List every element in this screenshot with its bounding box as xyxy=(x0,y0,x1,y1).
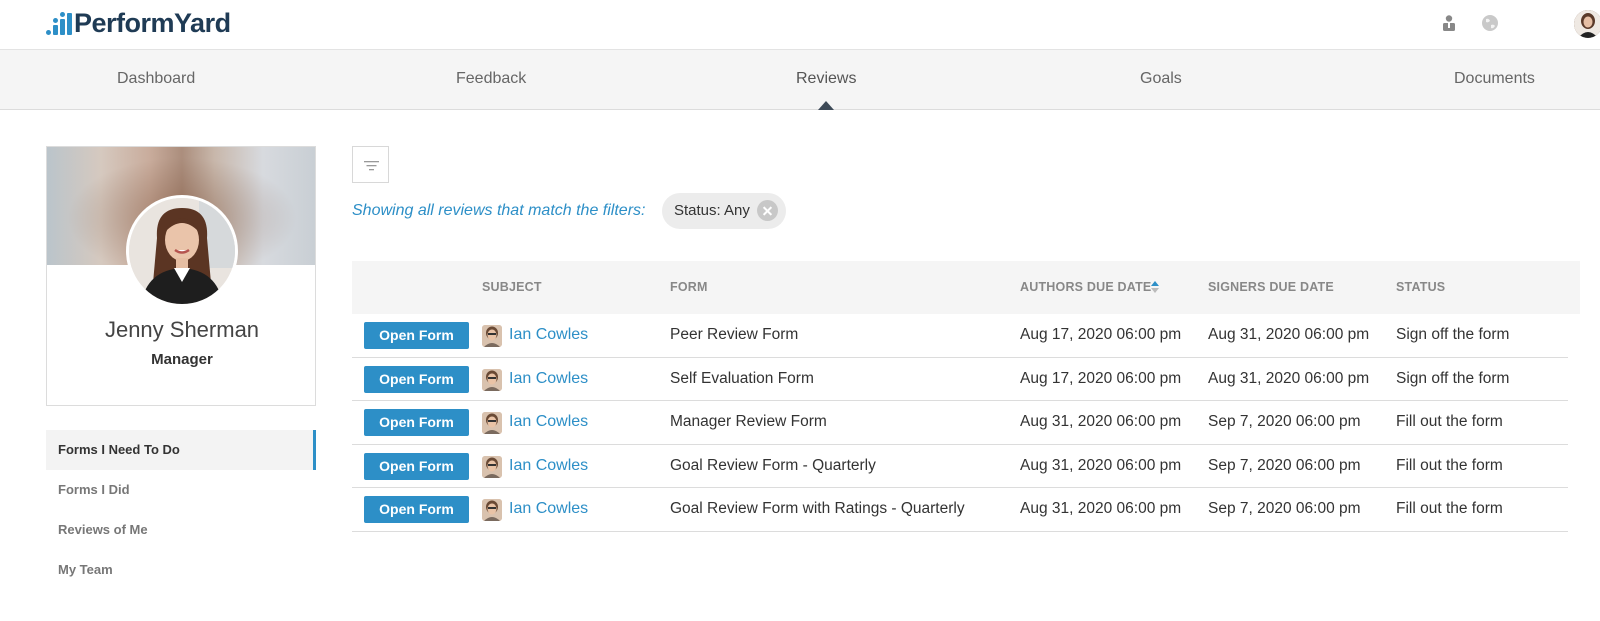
signers-due-date: Sep 7, 2020 06:00 pm xyxy=(1208,456,1361,474)
logo-text: PerformYard xyxy=(74,8,231,38)
table-header: SUBJECT FORM AUTHORS DUE DATE SIGNERS DU… xyxy=(352,261,1580,314)
open-form-button[interactable]: Open Form xyxy=(364,496,469,523)
user-icon[interactable] xyxy=(1440,14,1458,32)
open-form-button[interactable]: Open Form xyxy=(364,322,469,349)
authors-due-date: Aug 31, 2020 06:00 pm xyxy=(1020,456,1182,474)
form-name: Manager Review Form xyxy=(670,413,827,430)
table-row: Open Form Ian Cowles Goal Review Form - … xyxy=(352,445,1568,488)
nav-documents[interactable]: Documents xyxy=(1454,70,1535,88)
header-form[interactable]: FORM xyxy=(670,280,708,294)
open-form-button[interactable]: Open Form xyxy=(364,409,469,436)
form-name: Goal Review Form - Quarterly xyxy=(670,456,876,474)
subject-link[interactable]: Ian Cowles xyxy=(509,326,588,344)
close-icon[interactable] xyxy=(757,200,778,221)
avatar[interactable] xyxy=(1574,10,1600,38)
nav-feedback[interactable]: Feedback xyxy=(456,70,526,88)
table-body: Open Form Ian Cowles Peer Review Form Au… xyxy=(352,314,1580,532)
subject-link[interactable]: Ian Cowles xyxy=(509,413,588,431)
row-status: Fill out the form xyxy=(1396,500,1503,517)
sidebar: Forms I Need To Do Forms I Did Reviews o… xyxy=(46,430,316,590)
subject-link[interactable]: Ian Cowles xyxy=(509,500,588,518)
form-name: Goal Review Form with Ratings - Quarterl… xyxy=(670,500,965,517)
active-nav-indicator xyxy=(818,101,834,110)
logo[interactable]: PerformYard xyxy=(46,8,231,39)
authors-due-date: Aug 31, 2020 06:00 pm xyxy=(1020,500,1182,517)
filter-button[interactable] xyxy=(352,146,389,183)
status-filter-chip[interactable]: Status: Any xyxy=(662,193,786,229)
filter-summary: Showing all reviews that match the filte… xyxy=(352,202,646,219)
header-subject[interactable]: SUBJECT xyxy=(482,280,542,294)
top-bar: PerformYard xyxy=(0,0,1600,50)
profile-role: Manager xyxy=(151,351,213,368)
header-signers-due-date[interactable]: SIGNERS DUE DATE xyxy=(1208,280,1334,294)
row-status: Fill out the form xyxy=(1396,456,1503,474)
table-row: Open Form Ian Cowles Goal Review Form wi… xyxy=(352,488,1568,532)
table-row: Open Form Ian Cowles Self Evaluation For… xyxy=(352,358,1568,401)
sidebar-item-forms-i-did[interactable]: Forms I Did xyxy=(46,470,316,510)
filter-icon xyxy=(364,161,379,171)
authors-due-date: Aug 17, 2020 06:00 pm xyxy=(1020,326,1182,343)
table-row: Open Form Ian Cowles Manager Review Form… xyxy=(352,401,1568,445)
bar-chart-logo-icon xyxy=(46,10,72,38)
nav-goals[interactable]: Goals xyxy=(1140,70,1182,88)
subject-link[interactable]: Ian Cowles xyxy=(509,457,588,475)
main-nav: Dashboard Feedback Reviews Goals Documen… xyxy=(0,50,1600,110)
authors-due-date: Aug 17, 2020 06:00 pm xyxy=(1020,369,1182,387)
sidebar-item-forms-i-need-to-do[interactable]: Forms I Need To Do xyxy=(46,430,316,470)
status-chip-label: Status: Any xyxy=(674,202,750,219)
subject-avatar xyxy=(482,455,502,478)
signers-due-date: Aug 31, 2020 06:00 pm xyxy=(1208,326,1370,343)
row-status: Sign off the form xyxy=(1396,369,1510,387)
signers-due-date: Sep 7, 2020 06:00 pm xyxy=(1208,500,1361,517)
sort-icon[interactable] xyxy=(1150,280,1160,294)
subject-avatar xyxy=(482,368,502,391)
signers-due-date: Sep 7, 2020 06:00 pm xyxy=(1208,413,1361,430)
open-form-button[interactable]: Open Form xyxy=(364,365,469,393)
profile-name: Jenny Sherman xyxy=(104,317,260,342)
profile-card: Jenny Sherman Manager xyxy=(46,146,316,406)
form-name: Self Evaluation Form xyxy=(670,369,814,387)
row-status: Fill out the form xyxy=(1396,413,1503,430)
reviews-table: SUBJECT FORM AUTHORS DUE DATE SIGNERS DU… xyxy=(352,261,1580,532)
subject-avatar xyxy=(482,412,502,434)
form-name: Peer Review Form xyxy=(670,326,799,343)
globe-icon[interactable] xyxy=(1481,14,1499,32)
nav-dashboard[interactable]: Dashboard xyxy=(117,70,195,88)
subject-avatar xyxy=(482,499,502,521)
signers-due-date: Aug 31, 2020 06:00 pm xyxy=(1208,369,1370,387)
header-authors-due-date[interactable]: AUTHORS DUE DATE xyxy=(1020,280,1151,294)
nav-reviews[interactable]: Reviews xyxy=(796,70,856,88)
open-form-button[interactable]: Open Form xyxy=(364,452,469,480)
authors-due-date: Aug 31, 2020 06:00 pm xyxy=(1020,413,1182,430)
table-row: Open Form Ian Cowles Peer Review Form Au… xyxy=(352,314,1568,358)
header-status[interactable]: STATUS xyxy=(1396,280,1445,294)
sidebar-item-my-team[interactable]: My Team xyxy=(46,550,316,590)
subject-avatar xyxy=(482,325,502,347)
sidebar-item-reviews-of-me[interactable]: Reviews of Me xyxy=(46,510,316,550)
row-status: Sign off the form xyxy=(1396,326,1510,343)
subject-link[interactable]: Ian Cowles xyxy=(509,370,588,388)
profile-photo xyxy=(126,195,238,307)
